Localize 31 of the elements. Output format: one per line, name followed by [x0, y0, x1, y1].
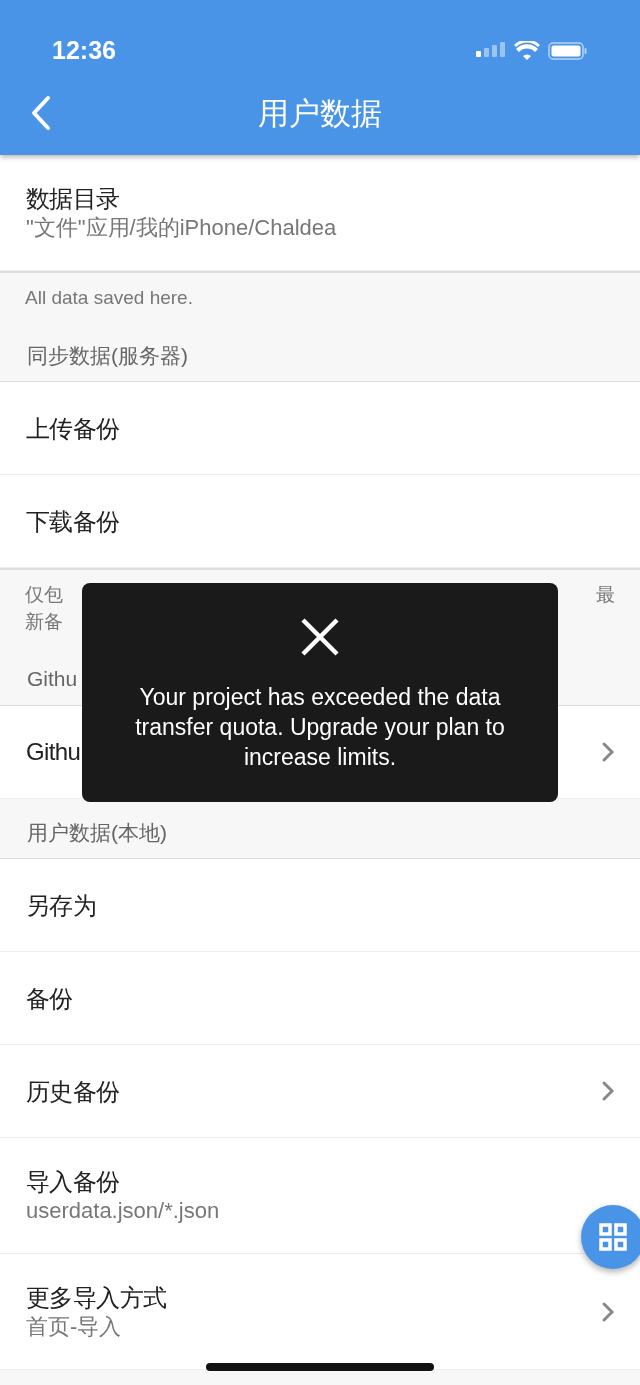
- list-tile[interactable]: 更多导入方式 首页-导入: [0, 1254, 640, 1371]
- note-text: 最: [596, 583, 615, 608]
- list-tile[interactable]: 备份: [0, 952, 640, 1046]
- list-tile[interactable]: 数据目录 "文件"应用/我的iPhone/Chaldea: [0, 155, 640, 271]
- note-text: All data saved here.: [0, 271, 640, 322]
- list-tile[interactable]: 导入备份 userdata.json/*.json: [0, 1138, 640, 1255]
- tile-title: 下载备份: [26, 506, 120, 537]
- tile-title: 更多导入方式: [26, 1282, 167, 1313]
- note-text: 仅包: [25, 583, 63, 608]
- tile-title: 历史备份: [26, 1076, 120, 1107]
- status-time: 12:36: [52, 34, 116, 66]
- tile-subtitle: "文件"应用/我的iPhone/Chaldea: [26, 214, 337, 240]
- note-text: 新备: [25, 609, 63, 634]
- tile-title: 备份: [26, 983, 73, 1014]
- tile-subtitle: 首页-导入: [26, 1314, 122, 1340]
- tile-title: 上传备份: [26, 413, 120, 444]
- page-title: 用户数据: [258, 95, 382, 133]
- wifi-icon: [514, 40, 540, 61]
- list-tile[interactable]: 上传备份: [0, 382, 640, 476]
- list-tile[interactable]: 下载备份: [0, 475, 640, 569]
- list-tile[interactable]: 另存为: [0, 859, 640, 953]
- tile-subtitle: userdata.json/*.json: [26, 1198, 220, 1224]
- close-icon: [300, 617, 340, 657]
- tile-title: 导入备份: [26, 1166, 120, 1197]
- list-tile[interactable]: 历史备份: [0, 1045, 640, 1139]
- tile-title: 数据目录: [26, 183, 120, 214]
- grid-icon: [599, 1223, 627, 1251]
- battery-icon: [548, 40, 588, 61]
- back-button[interactable]: [30, 95, 52, 131]
- tile-title: 另存为: [26, 890, 97, 921]
- tile-title: Githu: [26, 737, 81, 768]
